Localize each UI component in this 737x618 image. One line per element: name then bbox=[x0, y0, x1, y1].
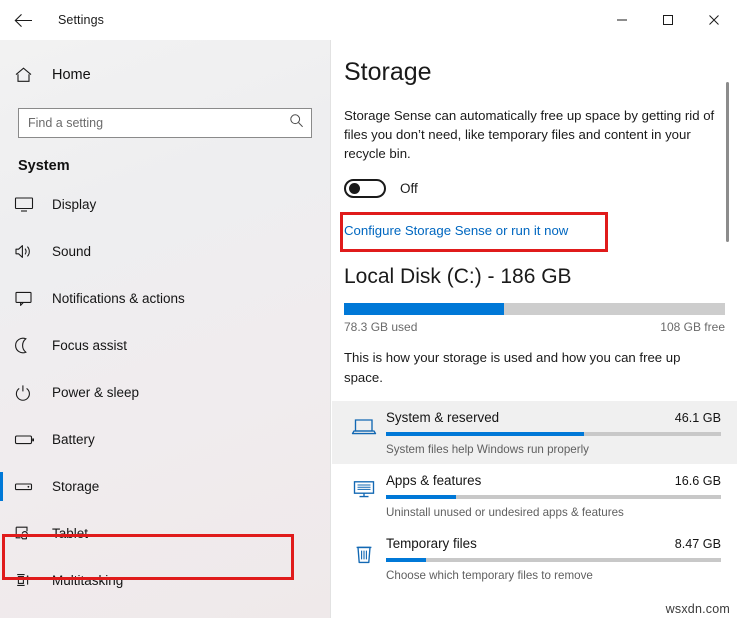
minimize-icon bbox=[616, 14, 628, 26]
multitasking-icon bbox=[14, 572, 44, 590]
storage-category-body: Apps & features 16.6 GB Uninstall unused… bbox=[384, 473, 721, 519]
sidebar-item-label: Focus assist bbox=[52, 338, 127, 353]
close-icon bbox=[708, 14, 720, 26]
sidebar-item-label: Tablet bbox=[52, 526, 88, 541]
laptop-icon bbox=[344, 410, 384, 438]
storage-category-row[interactable]: Apps & features 16.6 GB Uninstall unused… bbox=[332, 464, 737, 527]
sidebar-item-sound[interactable]: Sound bbox=[0, 228, 330, 275]
sidebar-item-label: Notifications & actions bbox=[52, 291, 185, 306]
storage-category-header: System & reserved 46.1 GB bbox=[386, 410, 721, 425]
storage-category-header: Apps & features 16.6 GB bbox=[386, 473, 721, 488]
moon-icon bbox=[14, 337, 44, 354]
disk-usage-bar bbox=[344, 303, 725, 315]
storage-category-name: System & reserved bbox=[386, 410, 499, 425]
trash-icon bbox=[344, 536, 384, 566]
storage-category-subtitle: System files help Windows run properly bbox=[386, 443, 721, 456]
sidebar: Home System Display bbox=[0, 40, 331, 618]
monitor-icon bbox=[14, 196, 44, 213]
watermark: wsxdn.com bbox=[663, 602, 733, 616]
sidebar-item-tablet[interactable]: Tablet bbox=[0, 510, 330, 557]
disk-usage-fill bbox=[344, 303, 504, 315]
storage-category-fill bbox=[386, 558, 426, 562]
storage-category-row[interactable]: System & reserved 46.1 GB System files h… bbox=[332, 401, 737, 464]
storage-category-name: Apps & features bbox=[386, 473, 481, 488]
minimize-button[interactable] bbox=[599, 0, 645, 40]
disk-usage-legend: 78.3 GB used 108 GB free bbox=[344, 320, 725, 334]
back-arrow-icon bbox=[14, 13, 33, 28]
search-input[interactable] bbox=[19, 109, 311, 137]
disk-free-label: 108 GB free bbox=[660, 320, 725, 334]
storage-sense-toggle-row: Off bbox=[344, 179, 737, 198]
sidebar-item-focus-assist[interactable]: Focus assist bbox=[0, 322, 330, 369]
storage-category-body: System & reserved 46.1 GB System files h… bbox=[384, 410, 721, 456]
storage-category-name: Temporary files bbox=[386, 536, 477, 551]
maximize-button[interactable] bbox=[645, 0, 691, 40]
speaker-icon bbox=[14, 243, 44, 260]
sidebar-item-display[interactable]: Display bbox=[0, 181, 330, 228]
back-button[interactable] bbox=[0, 0, 46, 40]
search-box[interactable] bbox=[18, 108, 312, 138]
local-disk-title: Local Disk (C:) - 186 GB bbox=[344, 265, 737, 289]
storage-category-bar bbox=[386, 432, 721, 436]
maximize-icon bbox=[662, 14, 674, 26]
storage-sense-description: Storage Sense can automatically free up … bbox=[344, 106, 721, 163]
storage-category-subtitle: Choose which temporary files to remove bbox=[386, 569, 721, 582]
desktop-apps-icon bbox=[344, 473, 384, 501]
sidebar-item-label: Multitasking bbox=[52, 573, 123, 588]
window-title: Settings bbox=[58, 13, 104, 27]
toggle-state-label: Off bbox=[400, 181, 418, 196]
sidebar-section-title: System bbox=[18, 158, 330, 174]
storage-category-fill bbox=[386, 495, 456, 499]
vertical-scrollbar[interactable] bbox=[726, 82, 729, 242]
configure-storage-sense-link[interactable]: Configure Storage Sense or run it now bbox=[340, 212, 608, 238]
drive-icon bbox=[14, 478, 44, 495]
sidebar-nav-list: Display Sound bbox=[0, 181, 330, 604]
title-bar: Settings bbox=[0, 0, 737, 40]
home-icon bbox=[14, 66, 44, 84]
main-content: Storage Storage Sense can automatically … bbox=[332, 40, 737, 618]
storage-usage-description: This is how your storage is used and how… bbox=[344, 348, 717, 386]
window-controls bbox=[599, 0, 737, 40]
storage-category-header: Temporary files 8.47 GB bbox=[386, 536, 721, 551]
sidebar-item-label: Storage bbox=[52, 479, 99, 494]
page-title: Storage bbox=[344, 58, 737, 87]
storage-category-subtitle: Uninstall unused or undesired apps & fea… bbox=[386, 506, 721, 519]
power-icon bbox=[14, 384, 44, 401]
sidebar-item-label: Display bbox=[52, 197, 96, 212]
storage-category-bar bbox=[386, 558, 721, 562]
sidebar-item-storage[interactable]: Storage bbox=[0, 463, 330, 510]
configure-link-wrap: Configure Storage Sense or run it now bbox=[340, 212, 608, 238]
storage-category-body: Temporary files 8.47 GB Choose which tem… bbox=[384, 536, 721, 582]
storage-category-size: 46.1 GB bbox=[675, 411, 721, 425]
sidebar-item-label: Battery bbox=[52, 432, 95, 447]
storage-category-size: 16.6 GB bbox=[675, 474, 721, 488]
tablet-hand-icon bbox=[14, 525, 44, 543]
battery-icon bbox=[14, 431, 44, 448]
settings-window: Settings bbox=[0, 0, 737, 618]
storage-category-row[interactable]: Temporary files 8.47 GB Choose which tem… bbox=[332, 527, 737, 590]
storage-category-fill bbox=[386, 432, 584, 436]
sidebar-item-battery[interactable]: Battery bbox=[0, 416, 330, 463]
disk-used-label: 78.3 GB used bbox=[344, 320, 417, 334]
sidebar-item-notifications[interactable]: Notifications & actions bbox=[0, 275, 330, 322]
sidebar-item-power-sleep[interactable]: Power & sleep bbox=[0, 369, 330, 416]
sidebar-item-home[interactable]: Home bbox=[0, 58, 330, 92]
toggle-knob bbox=[349, 183, 360, 194]
close-button[interactable] bbox=[691, 0, 737, 40]
chat-bubble-icon bbox=[14, 290, 44, 307]
storage-sense-toggle[interactable] bbox=[344, 179, 386, 198]
storage-category-list: System & reserved 46.1 GB System files h… bbox=[332, 401, 737, 590]
storage-category-bar bbox=[386, 495, 721, 499]
storage-category-size: 8.47 GB bbox=[675, 537, 721, 551]
sidebar-item-label: Sound bbox=[52, 244, 91, 259]
sidebar-item-label: Power & sleep bbox=[52, 385, 139, 400]
sidebar-item-multitasking[interactable]: Multitasking bbox=[0, 557, 330, 604]
sidebar-home-label: Home bbox=[52, 67, 91, 83]
